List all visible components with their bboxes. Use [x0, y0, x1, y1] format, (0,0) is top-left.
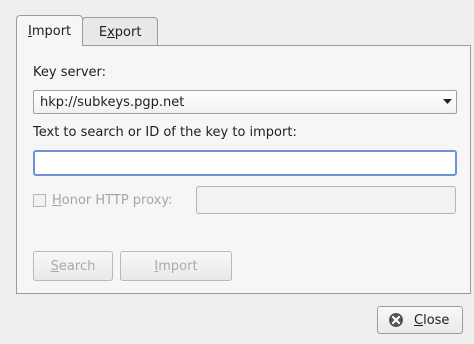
tab-import-label: Import	[28, 23, 72, 39]
close-button[interactable]: Close	[377, 306, 463, 334]
search-button[interactable]: Search	[33, 251, 113, 281]
honor-proxy-checkbox[interactable]	[33, 193, 46, 207]
proxy-input[interactable]	[196, 186, 456, 214]
search-text-label: Text to search or ID of the key to impor…	[33, 125, 297, 140]
tab-import[interactable]: Import	[16, 15, 84, 46]
honor-proxy-label: Honor HTTP proxy:	[52, 192, 173, 208]
close-button-label: Close	[414, 312, 450, 328]
tab-export[interactable]: Export	[82, 17, 159, 46]
tab-export-label: Export	[98, 24, 142, 40]
close-icon	[388, 312, 404, 328]
honor-proxy-checkbox-row: Honor HTTP proxy:	[33, 191, 173, 209]
search-text-input[interactable]	[33, 150, 457, 176]
tab-bar: Import Export	[16, 15, 159, 46]
import-panel: Key server: hkp://subkeys.pgp.net Text t…	[16, 45, 471, 294]
keyserver-dialog: Import Export Key server: hkp://subkeys.…	[0, 0, 474, 344]
key-server-combobox[interactable]: hkp://subkeys.pgp.net	[33, 90, 457, 114]
key-server-label: Key server:	[33, 65, 107, 80]
import-button[interactable]: Import	[120, 251, 232, 281]
key-server-value: hkp://subkeys.pgp.net	[40, 94, 185, 110]
chevron-down-icon[interactable]	[438, 91, 456, 113]
